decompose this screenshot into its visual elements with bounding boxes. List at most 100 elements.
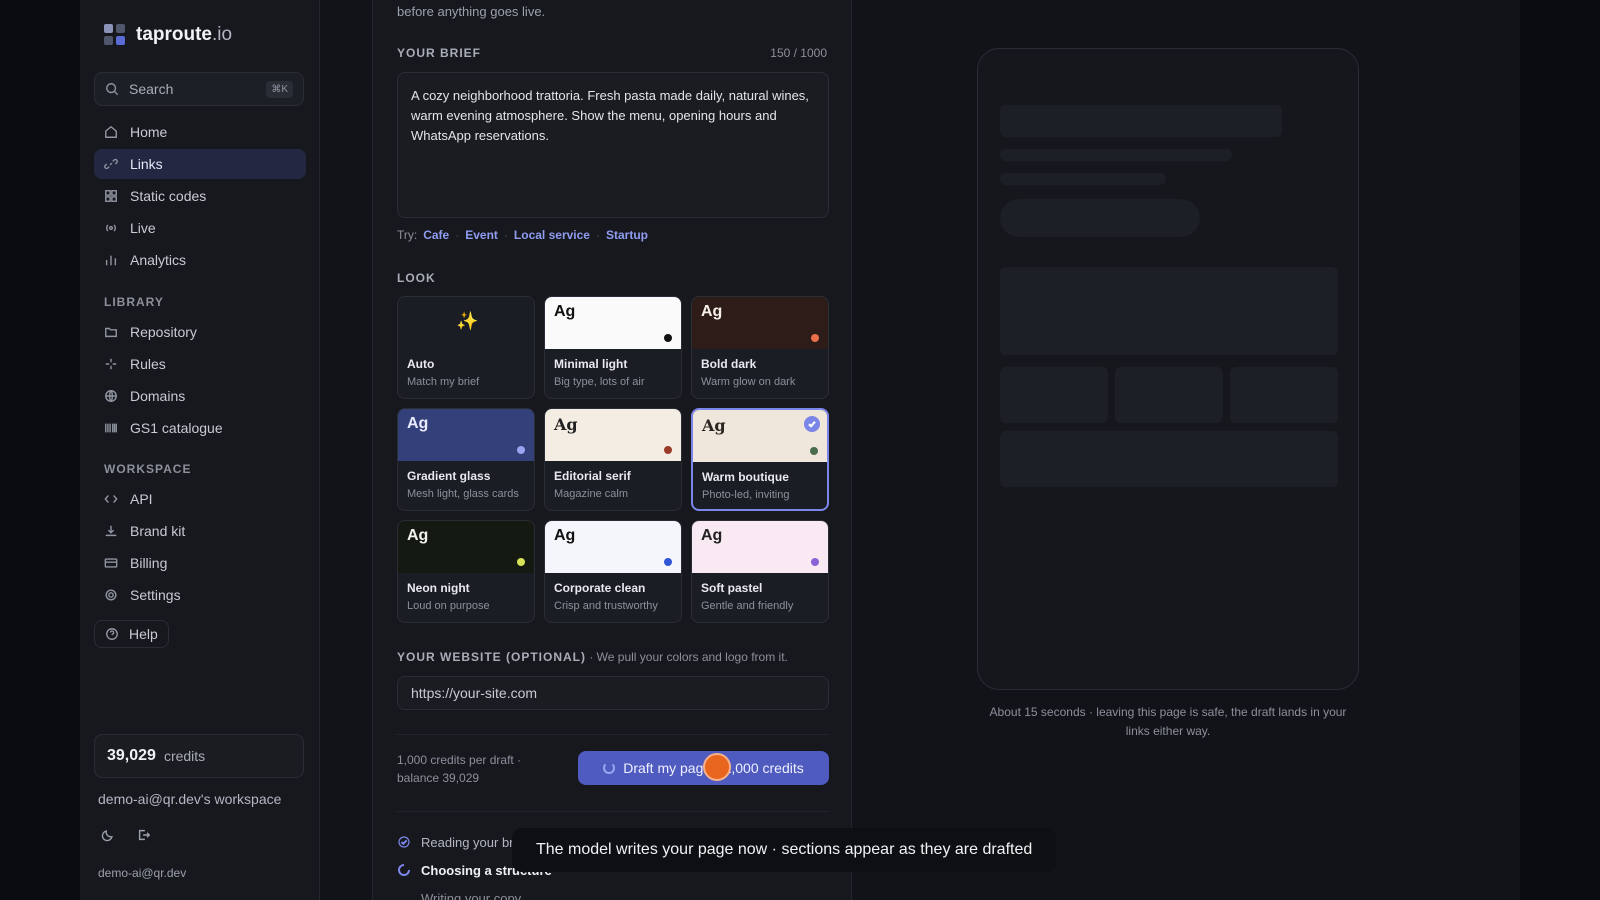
logout-button[interactable] bbox=[130, 823, 158, 851]
website-url-input[interactable]: https://your-site.com bbox=[397, 676, 829, 710]
skeleton-card bbox=[1000, 367, 1108, 423]
sidebar-item-analytics[interactable]: Analytics bbox=[94, 245, 306, 275]
theme-toggle-button[interactable] bbox=[94, 823, 122, 851]
look-sample-text: Ag bbox=[407, 527, 429, 544]
look-option-warm-boutique[interactable]: Ag Warm boutique Photo-led, inviting bbox=[691, 408, 829, 511]
try-option-event[interactable]: Event bbox=[465, 228, 498, 242]
look-name: Corporate clean bbox=[554, 581, 646, 595]
sidebar-item-static-codes[interactable]: Static codes bbox=[94, 181, 306, 211]
try-option-local-service[interactable]: Local service bbox=[514, 228, 590, 242]
look-sample-text: Ag bbox=[701, 527, 723, 544]
look-sample-text: Ag bbox=[554, 527, 576, 544]
workspace-name[interactable]: demo-ai@qr.dev's workspace bbox=[98, 791, 281, 807]
skeleton-line bbox=[1000, 173, 1166, 185]
look-description: Magazine calm bbox=[554, 488, 628, 500]
separator: · bbox=[455, 228, 460, 242]
look-sample-text: Ag bbox=[407, 415, 429, 432]
look-option-editorial-serif[interactable]: Ag Editorial serif Magazine calm bbox=[544, 408, 682, 511]
check-circle-icon bbox=[397, 835, 411, 849]
section-label-workspace: WORKSPACE bbox=[104, 462, 192, 476]
sidebar-item-rules[interactable]: Rules bbox=[94, 349, 306, 379]
try-label: Try: bbox=[397, 228, 418, 242]
sidebar-item-live[interactable]: Live bbox=[94, 213, 306, 243]
search-placeholder: Search bbox=[129, 81, 174, 97]
look-description: Mesh light, glass cards bbox=[407, 488, 519, 500]
search-input[interactable]: Search ⌘K bbox=[94, 72, 304, 106]
look-name: Warm boutique bbox=[702, 470, 789, 484]
accent-dot bbox=[811, 558, 819, 566]
loading-icon bbox=[397, 863, 411, 877]
website-label: YOUR WEBSITE (OPTIONAL) · We pull your c… bbox=[397, 650, 788, 664]
look-option-soft-pastel[interactable]: Ag Soft pastel Gentle and friendly bbox=[691, 520, 829, 623]
look-option-neon-night[interactable]: Ag Neon night Loud on purpose bbox=[397, 520, 535, 623]
library-nav: LIBRARY Repository Rules Domains GS1 cat… bbox=[94, 287, 306, 445]
look-name: Auto bbox=[407, 357, 435, 371]
frame-right bbox=[1520, 0, 1600, 900]
home-icon bbox=[104, 125, 118, 139]
card-icon bbox=[104, 556, 118, 570]
sidebar-item-repository[interactable]: Repository bbox=[94, 317, 306, 347]
search-shortcut: ⌘K bbox=[266, 80, 293, 98]
brief-textarea[interactable]: A cozy neighborhood trattoria. Fresh pas… bbox=[397, 72, 829, 218]
look-description: Big type, lots of air bbox=[554, 376, 645, 388]
spinner-icon bbox=[603, 762, 616, 774]
help-button[interactable]: Help bbox=[94, 620, 169, 648]
look-description: Match my brief bbox=[407, 376, 480, 388]
look-name: Editorial serif bbox=[554, 469, 631, 483]
step-writing-copy: Writing your copy bbox=[421, 890, 522, 900]
download-icon bbox=[104, 524, 118, 538]
sidebar-item-gs1-catalogue[interactable]: GS1 catalogue bbox=[94, 413, 306, 443]
preview-note: About 15 seconds · leaving this page is … bbox=[989, 705, 1347, 738]
try-option-startup[interactable]: Startup bbox=[606, 228, 648, 242]
sidebar-item-domains[interactable]: Domains bbox=[94, 381, 306, 411]
look-sample-text: Ag bbox=[554, 303, 576, 320]
look-swatch: Ag bbox=[692, 521, 828, 573]
sidebar-item-api[interactable]: API bbox=[94, 484, 306, 514]
look-swatch: Ag bbox=[545, 521, 681, 573]
look-swatch: ✨ bbox=[398, 297, 534, 349]
look-option-corporate-clean[interactable]: Ag Corporate clean Crisp and trustworthy bbox=[544, 520, 682, 623]
logout-icon bbox=[137, 828, 151, 847]
pricing-note: 1,000 credits per draft · balance 39,029 bbox=[397, 753, 522, 785]
skeleton-line bbox=[1000, 149, 1232, 161]
divider bbox=[397, 811, 829, 812]
sidebar-item-brand-kit[interactable]: Brand kit bbox=[94, 516, 306, 546]
page-preview-skeleton bbox=[977, 48, 1359, 690]
intro-text: before anything goes live. bbox=[397, 4, 546, 19]
look-grid: ✨ Auto Match my brief Ag Minimal light Big ty… bbox=[397, 296, 829, 623]
look-option-minimal-light[interactable]: Ag Minimal light Big type, lots of air bbox=[544, 296, 682, 399]
look-description: Warm glow on dark bbox=[701, 376, 796, 388]
sidebar-item-home[interactable]: Home bbox=[94, 117, 306, 147]
skeleton-card bbox=[1230, 367, 1338, 423]
sidebar-item-links[interactable]: Links bbox=[94, 149, 306, 179]
look-description: Gentle and friendly bbox=[701, 600, 794, 612]
section-label-library: LIBRARY bbox=[104, 295, 164, 309]
look-name: Bold dark bbox=[701, 357, 757, 371]
accent-dot bbox=[664, 558, 672, 566]
look-name: Neon night bbox=[407, 581, 470, 595]
workspace-nav: WORKSPACE API Brand kit Billing Settings bbox=[94, 454, 306, 612]
divider bbox=[397, 734, 829, 735]
selected-check-icon bbox=[804, 416, 820, 432]
bar-chart-icon bbox=[104, 253, 118, 267]
accent-dot bbox=[810, 447, 818, 455]
brief-counter: 150 / 1000 bbox=[770, 46, 827, 60]
caption-toast: The model writes your page now · section… bbox=[512, 828, 1057, 872]
accent-dot bbox=[664, 334, 672, 342]
try-option-cafe[interactable]: Cafe bbox=[423, 228, 449, 242]
credits-card[interactable]: 39,029 credits bbox=[94, 734, 304, 778]
sidebar-item-billing[interactable]: Billing bbox=[94, 548, 306, 578]
sidebar-item-settings[interactable]: Settings bbox=[94, 580, 306, 610]
search-icon bbox=[105, 82, 119, 96]
sparkle-icon bbox=[104, 357, 118, 371]
look-option-gradient-glass[interactable]: Ag Gradient glass Mesh light, glass cards bbox=[397, 408, 535, 511]
folder-icon bbox=[104, 325, 118, 339]
credits-label: credits bbox=[163, 748, 206, 764]
frame-left bbox=[0, 0, 80, 900]
look-option-auto[interactable]: ✨ Auto Match my brief bbox=[397, 296, 535, 399]
grid-icon bbox=[104, 189, 118, 203]
look-sample-text: Ag bbox=[701, 303, 723, 320]
brand[interactable]: taproute.io bbox=[104, 24, 232, 46]
look-option-bold-dark[interactable]: Ag Bold dark Warm glow on dark bbox=[691, 296, 829, 399]
barcode-icon bbox=[104, 421, 118, 435]
